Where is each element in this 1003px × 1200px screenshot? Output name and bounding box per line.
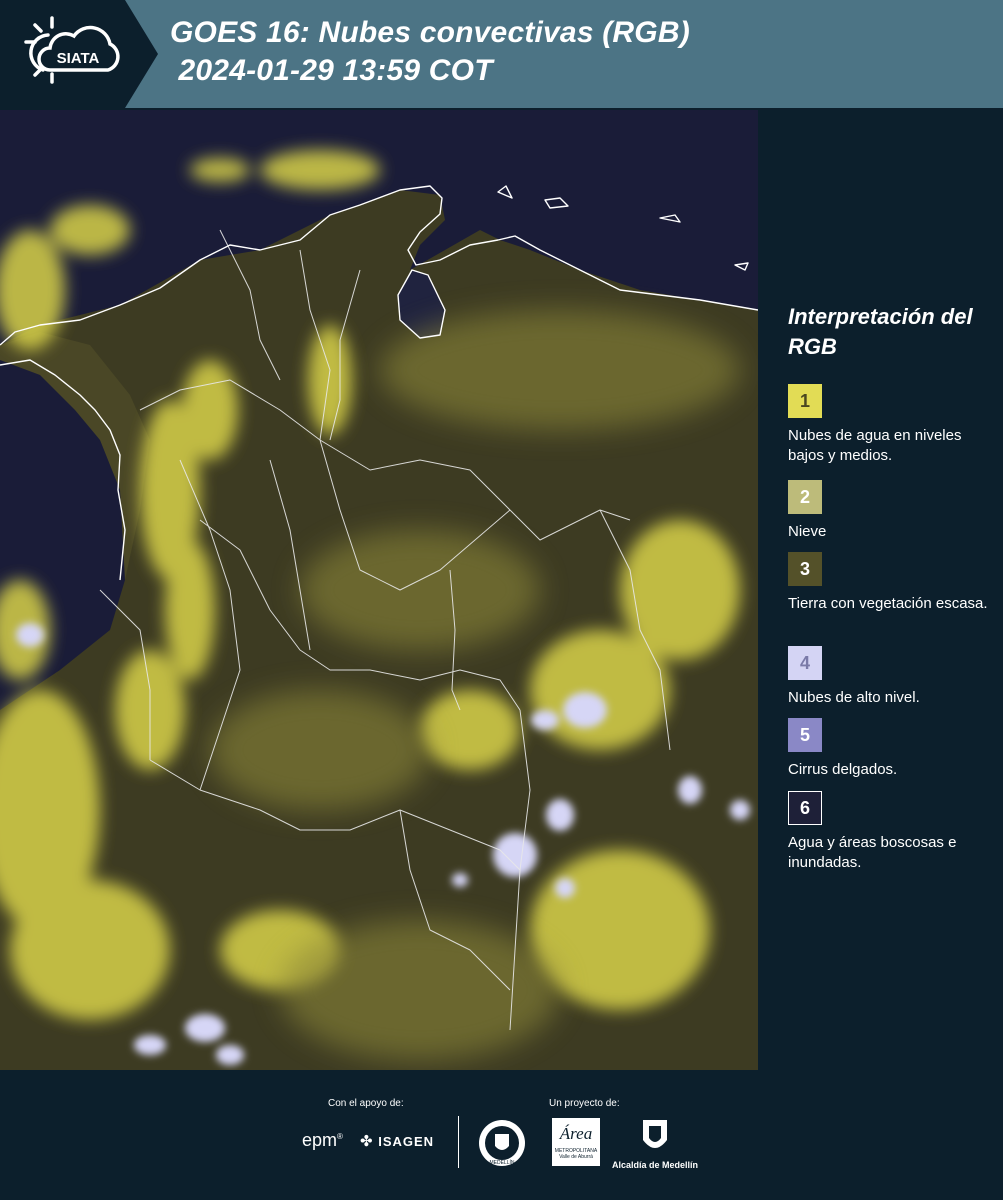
legend-label-3: Tierra con vegetación escasa. [788,595,988,612]
legend-item-5: 5 Cirrus delgados. [788,718,998,780]
siata-logo-shape: SIATA [0,0,158,108]
legend-swatch-4: 4 [788,646,822,680]
satellite-map[interactable] [0,110,758,1070]
isagen-logo[interactable]: ✤ ISAGEN [360,1132,434,1150]
seal-text: MEDELLÍN [489,1159,514,1166]
alcaldia-shield-icon[interactable] [640,1118,670,1156]
alcaldia-label: Alcaldía de Medellín [612,1160,699,1170]
legend-panel: Interpretación del RGB 1 Nubes de agua en… [760,108,1003,1070]
legend-label-6: Agua y áreas boscosas e inundadas. [788,834,957,871]
support-label: Con el apoyo de: [328,1098,404,1109]
legend-swatch-5: 5 [788,718,822,752]
footer: Con el apoyo de: Un proyecto de: epm® ✤ … [0,1070,1003,1200]
satellite-image [0,110,758,1070]
legend-label-2: Nieve [788,523,827,540]
legend-label-4: Nubes de alto nivel. [788,689,920,706]
medellin-seal-logo[interactable]: MEDELLÍN [477,1118,527,1168]
legend-item-1: 1 Nubes de agua en niveles bajos y medios… [788,384,998,466]
epm-logo-text: epm [302,1130,338,1150]
area-logo-text: Área [559,1124,593,1143]
legend-label-1: Nubes de agua en niveles bajos y medios. [788,427,962,464]
medellin-seal-icon: MEDELLÍN [479,1120,525,1166]
footer-divider [458,1116,459,1168]
area-metropolitana-logo[interactable]: Área METROPOLITANA Valle de Aburrá [552,1118,600,1166]
legend-swatch-6: 6 [788,791,822,825]
alcaldia-shield-shape [643,1120,667,1148]
header-bar: SIATA GOES 16: Nubes convectivas (RGB) 2… [0,0,1003,108]
legend-swatch-3: 3 [788,552,822,586]
legend-title: Interpretación del RGB [788,304,973,359]
legend-swatch-1: 1 [788,384,822,418]
legend-item-2: 2 Nieve [788,480,998,542]
epm-logo[interactable]: epm® [302,1130,343,1151]
legend-swatch-2: 2 [788,480,822,514]
legend-item-6: 6 Agua y áreas boscosas e inundadas. [788,791,998,873]
area-logo-sub2: Valle de Aburrá [559,1154,593,1160]
legend-label-5: Cirrus delgados. [788,761,898,778]
legend-item-4: 4 Nubes de alto nivel. [788,646,998,708]
page-title: GOES 16: Nubes convectivas (RGB) 2024-01… [170,16,690,87]
siata-logo-text: SIATA [57,50,100,67]
siata-logo[interactable]: SIATA [0,0,158,108]
isagen-logo-text: ISAGEN [378,1134,435,1149]
legend-item-3: 3 Tierra con vegetación escasa. [788,552,998,614]
isagen-icon: ✤ [360,1133,374,1150]
project-label: Un proyecto de: [549,1098,620,1109]
